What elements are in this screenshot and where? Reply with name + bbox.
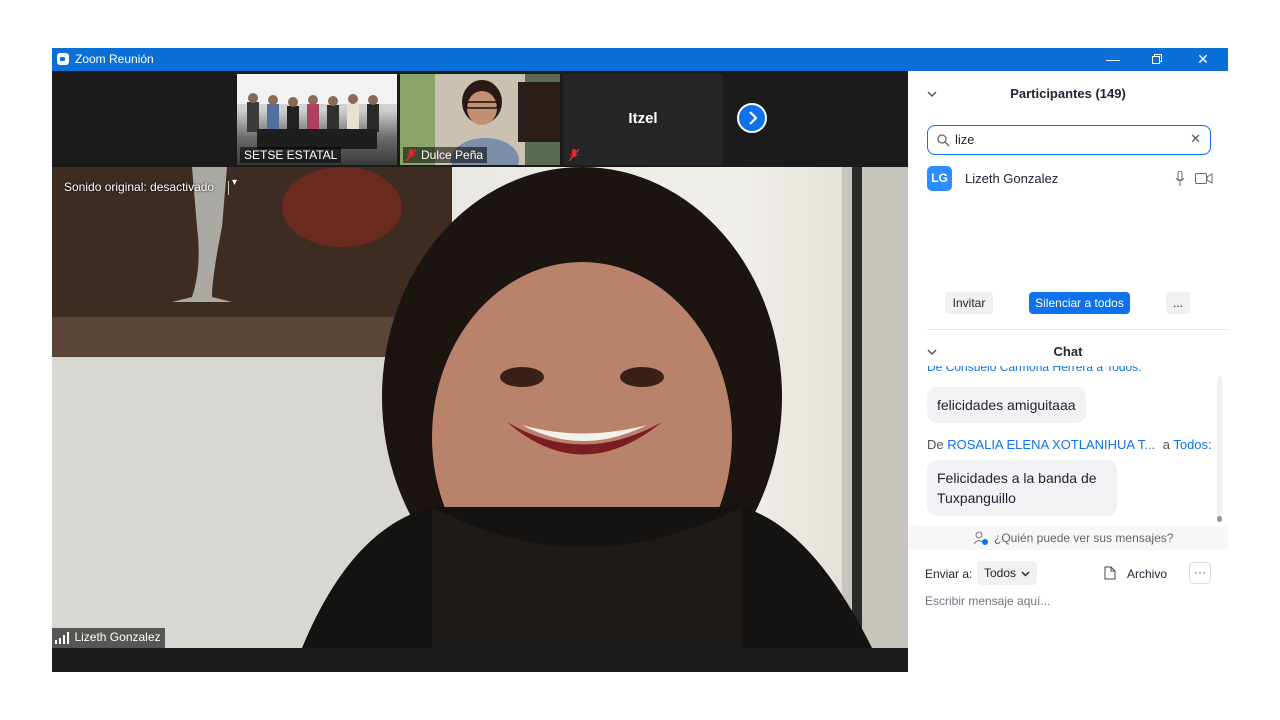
- participant-name: Lizeth Gonzalez: [965, 171, 1059, 186]
- who-can-see-text: ¿Quién puede ver sus mensajes?: [994, 531, 1174, 545]
- chat-recipient[interactable]: Todos:: [1173, 437, 1211, 452]
- video-tile[interactable]: SETSE ESTATAL: [237, 74, 397, 165]
- signal-strength-icon: [55, 632, 69, 645]
- search-icon: [937, 134, 950, 147]
- chat-scrollbar[interactable]: [1217, 376, 1222, 522]
- restore-icon: [1152, 54, 1162, 64]
- speaker-name: Lizeth Gonzalez: [74, 629, 161, 644]
- clear-search-icon[interactable]: ✕: [1190, 131, 1201, 147]
- file-button[interactable]: Archivo: [1127, 567, 1167, 581]
- chat-header: Chat: [1053, 344, 1083, 359]
- video-area: SETSE ESTATAL Dulce Peña Itzel Sonido or…: [52, 71, 908, 672]
- chat-message-bubble: felicidades amiguitaaa: [927, 387, 1086, 423]
- participant-row[interactable]: LG Lizeth Gonzalez: [927, 166, 1217, 192]
- chat-input[interactable]: Escribir mensaje aquí...: [925, 594, 1050, 608]
- chat-message-text: Felicidades a la banda de Tuxpanguillo: [937, 470, 1097, 506]
- side-panel: Participantes (149) lize ✕ LG Lizeth Gon…: [908, 71, 1228, 672]
- microphone-icon[interactable]: [1175, 171, 1185, 187]
- participants-header: Participantes (149): [1010, 86, 1126, 101]
- invite-button[interactable]: Invitar: [945, 292, 993, 314]
- minimize-button[interactable]: —: [1090, 48, 1136, 71]
- divider: [927, 329, 1228, 330]
- chat-sender-line: De ROSALIA ELENA XOTLANIHUA T... a Todos…: [927, 437, 1212, 452]
- muted-mic-icon: [569, 149, 579, 161]
- video-camera-icon[interactable]: [1195, 173, 1213, 185]
- muted-mic-icon: [406, 149, 416, 161]
- video-tile[interactable]: Dulce Peña: [400, 74, 560, 165]
- close-window-button[interactable]: ✕: [1180, 48, 1226, 71]
- chat-sender[interactable]: ROSALIA ELENA XOTLANIHUA T...: [947, 437, 1155, 452]
- file-icon[interactable]: [1104, 566, 1116, 580]
- speaker-video-frame: [52, 167, 908, 648]
- chat-more-button[interactable]: ···: [1189, 562, 1211, 584]
- user-info-icon: [974, 531, 988, 545]
- participant-search-box[interactable]: lize ✕: [927, 125, 1211, 155]
- from-prefix: De: [927, 437, 944, 452]
- mute-all-button[interactable]: Silenciar a todos: [1029, 292, 1130, 314]
- video-tile[interactable]: Itzel: [563, 74, 723, 165]
- chat-message-bubble: Felicidades a la banda de Tuxpanguillo: [927, 460, 1117, 516]
- chat-message-text: felicidades amiguitaaa: [937, 397, 1076, 413]
- send-to-label: Enviar a:: [925, 567, 973, 581]
- more-options-button[interactable]: ...: [1166, 292, 1190, 314]
- chat-messages[interactable]: De Consuelo Carmona Herrera a Todos: fel…: [908, 366, 1228, 526]
- search-input[interactable]: lize: [955, 132, 975, 147]
- tile-name: SETSE ESTATAL: [240, 147, 342, 163]
- chat-sender-line: De Consuelo Carmona Herrera a Todos:: [927, 366, 1197, 375]
- speaker-name-tag: Lizeth Gonzalez: [52, 628, 165, 648]
- chevron-right-icon: [749, 111, 758, 125]
- active-speaker-video[interactable]: Sonido original: desactivado ▾ Lizeth Go…: [52, 167, 908, 648]
- window-titlebar[interactable]: Zoom Reunión — ✕: [52, 48, 1228, 71]
- collapse-chat-icon[interactable]: [927, 347, 937, 357]
- window-title: Zoom Reunión: [75, 52, 154, 66]
- chat-sender-partial: De Consuelo Carmona Herrera a Todos:: [927, 366, 1142, 374]
- to-prefix: a: [1162, 437, 1170, 452]
- collapse-participants-icon[interactable]: [927, 89, 937, 99]
- zoom-app-icon: [57, 53, 69, 65]
- restore-button[interactable]: [1134, 48, 1180, 71]
- chevron-down-icon[interactable]: ▾: [232, 177, 237, 188]
- next-page-button[interactable]: [737, 103, 767, 133]
- scrollbar-thumb[interactable]: [1217, 516, 1222, 522]
- audio-status-label: Sonido original: desactivado: [64, 180, 215, 194]
- divider: [228, 181, 229, 195]
- chevron-down-icon: [1021, 571, 1030, 577]
- who-can-see-bar[interactable]: ¿Quién puede ver sus mensajes?: [908, 526, 1228, 550]
- avatar: LG: [927, 166, 952, 191]
- send-to-dropdown[interactable]: Todos: [977, 561, 1038, 585]
- send-to-value: Todos: [984, 566, 1017, 580]
- tile-name: Itzel: [628, 110, 658, 127]
